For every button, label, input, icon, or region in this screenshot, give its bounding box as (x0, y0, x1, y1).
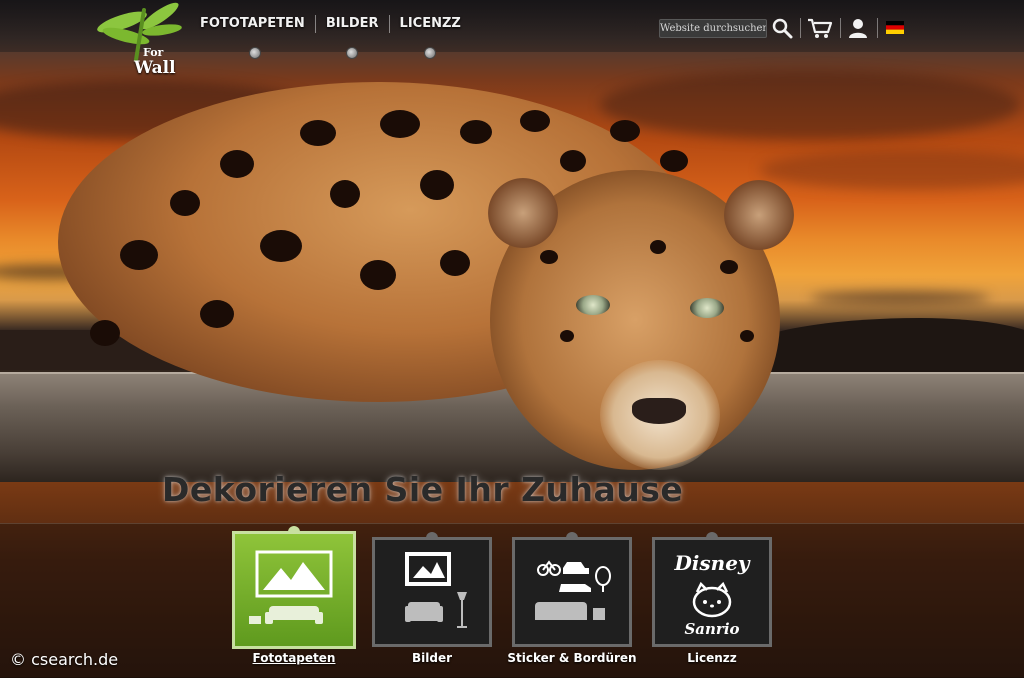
icon-separator (877, 18, 878, 38)
search-icon[interactable] (771, 17, 793, 39)
stickers-sofa-icon (535, 560, 611, 620)
icon-separator (800, 18, 801, 38)
category-label-licenzz[interactable]: Licenzz (642, 651, 782, 665)
search-input[interactable] (659, 19, 767, 38)
nav-label-fototapeten: FOTOTAPETEN (200, 16, 305, 31)
category-tile-sticker[interactable] (512, 532, 632, 647)
dragonfly-icon (97, 2, 182, 62)
category-label-sticker[interactable]: Sticker & Bordüren (502, 651, 642, 665)
picture-armchair-icon (405, 552, 467, 628)
category-tile-bilder[interactable] (372, 532, 492, 647)
hero-headline: Dekorieren Sie Ihr Zuhause (162, 470, 684, 509)
logo-text-wall: Wall (134, 58, 176, 78)
tile-tab (566, 532, 578, 540)
copyright-watermark: © csearch.de (10, 650, 119, 669)
sanrio-logo: Sanrio (684, 620, 739, 638)
user-icon[interactable] (847, 17, 869, 39)
nav-item-fototapeten[interactable]: FOTOTAPETEN (200, 15, 315, 59)
main-nav: FOTOTAPETEN BILDER LICENZZ (200, 15, 471, 59)
category-tile-fototapeten[interactable] (232, 526, 356, 649)
cart-icon[interactable] (807, 17, 833, 39)
tile-tab (706, 532, 718, 540)
category-label-bilder[interactable]: Bilder (362, 651, 502, 665)
tile-tab (288, 526, 300, 534)
category-tile-licenzz[interactable]: Disney Sanrio (652, 532, 772, 647)
disney-logo: Disney (673, 551, 750, 575)
nav-label-licenzz: LICENZZ (399, 16, 461, 31)
tile-tab (426, 532, 438, 540)
mountain-sofa-icon (249, 550, 333, 624)
nav-label-bilder: BILDER (325, 16, 379, 31)
site-logo[interactable]: For Wall (96, 2, 188, 82)
nav-item-bilder[interactable]: BILDER (316, 15, 389, 59)
category-label-fototapeten[interactable]: Fototapeten (224, 651, 364, 665)
german-flag-icon[interactable] (886, 21, 904, 34)
nav-item-licenzz[interactable]: LICENZZ (390, 15, 471, 59)
icon-separator (840, 18, 841, 38)
disney-sanrio-icon: Disney Sanrio (673, 551, 750, 638)
